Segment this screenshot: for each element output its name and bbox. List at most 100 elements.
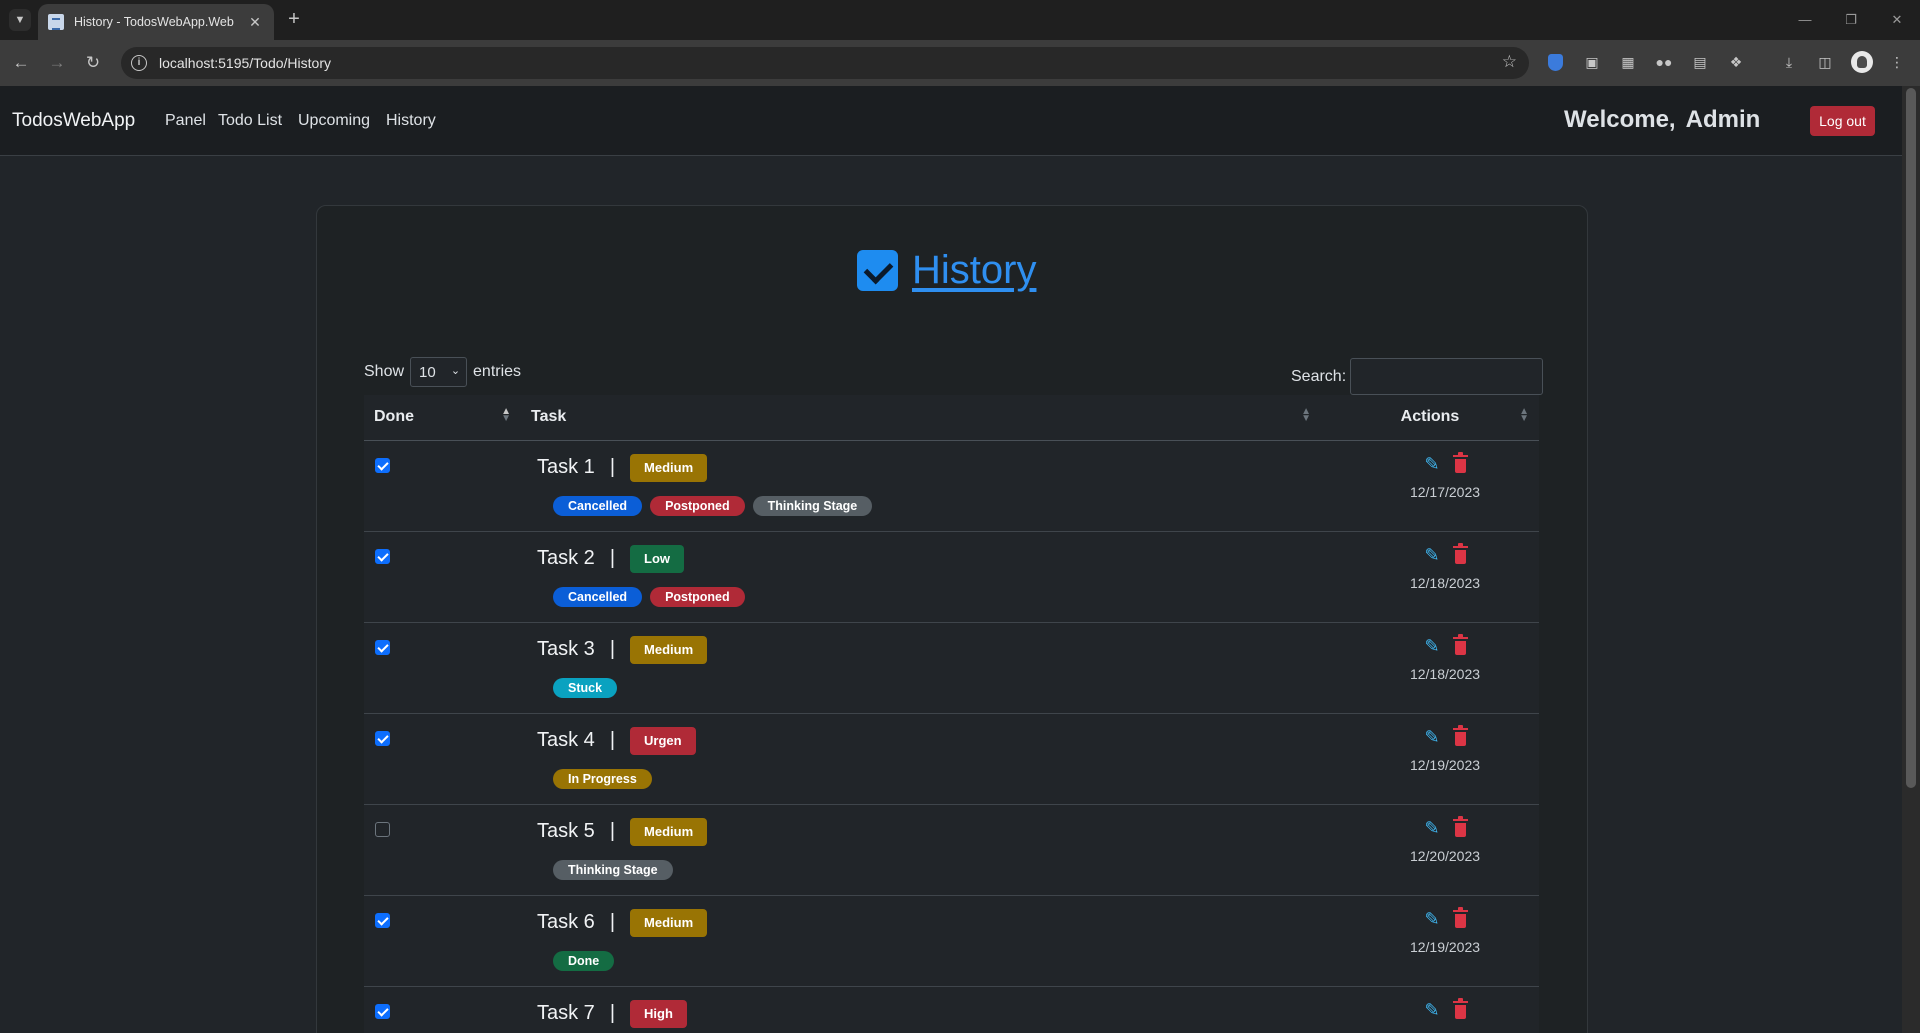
history-title-link[interactable]: History (912, 248, 1036, 293)
column-header-task[interactable]: Task ▲ ▼ (521, 395, 1321, 441)
task-name: Task 4 (537, 729, 595, 751)
status-tag: Stuck (553, 677, 618, 698)
app-navbar: TodosWebApp Panel Todo List Upcoming His… (0, 86, 1902, 156)
task-date: 12/19/2023 (1409, 938, 1481, 955)
reload-icon[interactable]: ↻ (81, 51, 105, 75)
task-name: Task 3 (537, 638, 595, 660)
done-checkbox[interactable] (375, 548, 390, 564)
done-checkbox[interactable] (375, 730, 390, 746)
logout-button[interactable]: Log out (1810, 106, 1875, 136)
edit-pencil-icon[interactable]: ✎ (1424, 909, 1439, 930)
edit-pencil-icon[interactable]: ✎ (1424, 1000, 1439, 1021)
done-cell (364, 531, 521, 623)
browser-tabstrip: ▼ History - TodosWebApp.Web ✕ + — ❐ ✕ (0, 0, 1920, 40)
tag-list: Done (553, 950, 1321, 971)
scrollbar-thumb[interactable] (1906, 88, 1916, 788)
tag-list: Thinking Stage (553, 859, 1321, 880)
welcome-message: Welcome, Admin (1564, 106, 1760, 134)
column-label: Task (531, 408, 567, 426)
address-bar[interactable]: i localhost:5195/Todo/History ☆ (121, 47, 1529, 79)
search-input[interactable] (1350, 358, 1544, 395)
priority-badge: Urgen (630, 726, 696, 755)
edit-pencil-icon[interactable]: ✎ (1424, 818, 1439, 839)
bitwarden-extension-icon[interactable] (1548, 54, 1563, 71)
bookmark-star-icon[interactable]: ☆ (1502, 52, 1517, 72)
status-tag: Cancelled (553, 586, 643, 607)
edit-pencil-icon[interactable]: ✎ (1424, 454, 1439, 475)
done-cell (364, 622, 521, 714)
delete-trash-icon[interactable] (1452, 543, 1468, 564)
done-checkbox[interactable] (375, 1003, 390, 1019)
site-info-icon[interactable]: i (131, 55, 147, 71)
priority-badge: High (630, 999, 687, 1028)
delete-trash-icon[interactable] (1452, 816, 1468, 837)
tag-list: Stuck (553, 677, 1321, 698)
brand-link[interactable]: TodosWebApp (12, 110, 135, 132)
actions-cell: ✎ (1321, 986, 1539, 1033)
done-checkbox[interactable] (375, 912, 390, 928)
separator: | (609, 1002, 616, 1024)
task-date: 12/18/2023 (1409, 665, 1481, 682)
delete-trash-icon[interactable] (1452, 452, 1468, 473)
edit-pencil-icon[interactable]: ✎ (1424, 545, 1439, 566)
nav-link-upcoming[interactable]: Upcoming (298, 112, 370, 130)
separator: | (609, 820, 616, 842)
entries-label: entries (473, 363, 522, 380)
status-tag: Postponed (650, 495, 745, 516)
tag-list: In Progress (553, 768, 1321, 789)
delete-trash-icon[interactable] (1452, 907, 1468, 928)
glasses-extension-icon[interactable]: ●● (1654, 52, 1674, 72)
nav-link-todo-list[interactable]: Todo List (218, 112, 282, 130)
tab-title: History - TodosWebApp.Web (74, 15, 234, 29)
status-tag: Cancelled (553, 495, 643, 516)
status-tag: Done (553, 950, 615, 971)
entries-select[interactable]: 10 ⌄ (410, 357, 468, 387)
column-header-actions[interactable]: Actions ▲ ▼ (1321, 395, 1539, 441)
browser-menu-icon[interactable]: ⋮ (1887, 52, 1907, 72)
extension-window-icon[interactable]: ▣ (1582, 52, 1602, 72)
page-favicon-icon (48, 14, 64, 30)
task-name: Task 6 (537, 911, 595, 933)
delete-trash-icon[interactable] (1452, 998, 1468, 1019)
edit-pencil-icon[interactable]: ✎ (1424, 727, 1439, 748)
task-cell: Task 3 | Medium Stuck (521, 622, 1321, 714)
done-checkbox[interactable] (375, 457, 390, 473)
download-icon[interactable]: ⤓ (1779, 52, 1799, 72)
close-tab-icon[interactable]: ✕ (246, 14, 264, 31)
reader-extension-icon[interactable]: ▤ (1690, 52, 1710, 72)
history-table: Done ▲ ▼ Task ▲ ▼ Actions ▲ ▼ Task 1 | Medi… (364, 395, 1539, 1033)
tab-search-icon[interactable]: ▼ (9, 9, 31, 31)
side-panel-icon[interactable]: ◫ (1815, 52, 1835, 72)
sort-icon: ▲ ▼ (1301, 406, 1311, 424)
nav-link-history[interactable]: History (386, 112, 436, 130)
browser-tab[interactable]: History - TodosWebApp.Web ✕ (38, 4, 274, 40)
done-checkbox[interactable] (375, 639, 390, 655)
search-label: Search: (1291, 367, 1347, 385)
window-close-icon[interactable]: ✕ (1882, 8, 1912, 32)
table-row: Task 7 | High ✎ (364, 986, 1539, 1033)
minimize-icon[interactable]: — (1790, 8, 1820, 32)
nav-link-panel[interactable]: Panel (165, 112, 206, 130)
done-checkbox[interactable] (375, 821, 390, 837)
column-label: Done (374, 408, 414, 426)
table-row: Task 4 | Urgen In Progress ✎ 12/19/2023 (364, 713, 1539, 805)
sort-icon: ▲ ▼ (1519, 406, 1529, 424)
actions-cell: ✎ 12/17/2023 (1321, 440, 1539, 532)
notion-extension-icon[interactable]: ▦ (1618, 52, 1638, 72)
sort-ascending-icon: ▲ ▼ (501, 406, 511, 424)
profile-avatar[interactable] (1851, 51, 1873, 73)
column-header-done[interactable]: Done ▲ ▼ (364, 395, 521, 441)
restore-icon[interactable]: ❐ (1836, 8, 1866, 32)
delete-trash-icon[interactable] (1452, 634, 1468, 655)
actions-cell: ✎ 12/18/2023 (1321, 531, 1539, 623)
edit-pencil-icon[interactable]: ✎ (1424, 636, 1439, 657)
page-scrollbar[interactable] (1902, 86, 1920, 1033)
welcome-label: Welcome, (1564, 106, 1676, 133)
done-cell (364, 895, 521, 987)
extensions-puzzle-icon[interactable]: ❖ (1726, 52, 1746, 72)
new-tab-icon[interactable]: + (282, 8, 306, 32)
back-icon[interactable]: ← (9, 51, 33, 75)
task-date: 12/18/2023 (1409, 574, 1481, 591)
delete-trash-icon[interactable] (1452, 725, 1468, 746)
forward-icon[interactable]: → (45, 51, 69, 75)
